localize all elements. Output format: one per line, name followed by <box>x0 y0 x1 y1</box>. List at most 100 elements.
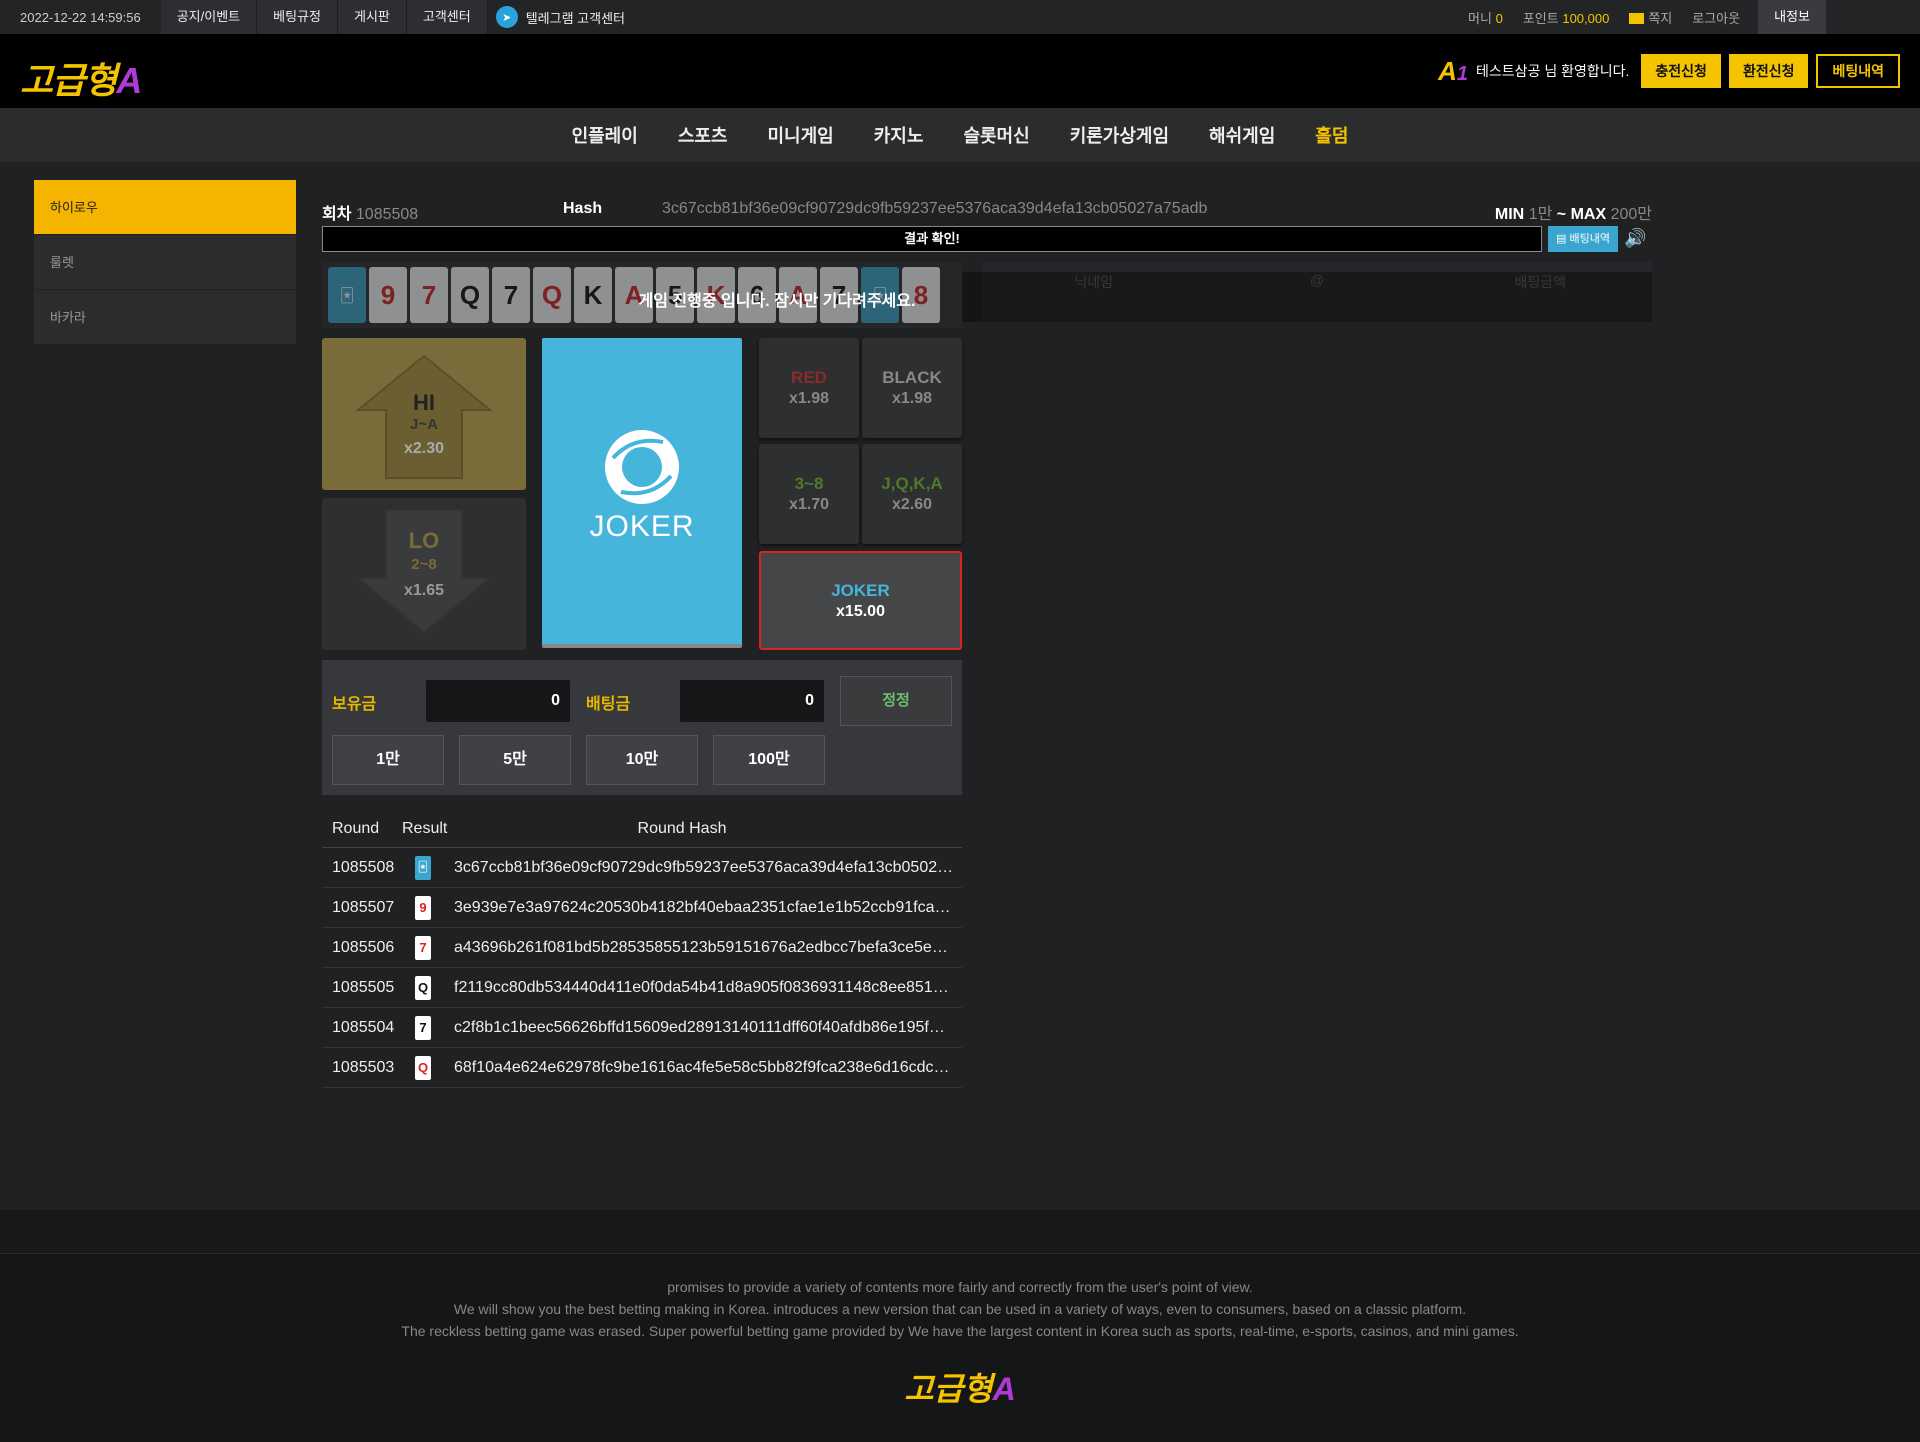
min-value: 1만 <box>1528 206 1553 223</box>
lo-title: LO <box>408 528 440 553</box>
main-nav: 인플레이 스포츠 미니게임 카지노 슬롯머신 키론가상게임 해쉬게임 홀덤 <box>0 108 1920 162</box>
round-history-table: Round Result Round Hash 1085508 🃏 3c67ccb8… <box>322 810 962 1088</box>
round-label: 회차 <box>322 206 352 223</box>
nav-hashgame[interactable]: 해쉬게임 <box>1189 122 1295 148</box>
footer-line-3: The reckless betting game was erased. Su… <box>401 1323 1519 1339</box>
sidebar-item-roulette[interactable]: 룰렛 <box>34 235 296 290</box>
history-hash: 3c67ccb81bf36e09cf90729dc9fb59237ee5376a… <box>454 858 954 876</box>
bet-amount-input[interactable]: 0 <box>680 680 824 722</box>
history-round: 1085504 <box>332 1018 395 1036</box>
history-round: 1085508 <box>332 858 395 876</box>
history-result: 7 <box>402 1015 444 1040</box>
lo-bet-button[interactable]: LO 2~8 x1.65 <box>322 498 526 650</box>
footer-logo-accent: A <box>992 1371 1016 1407</box>
result-check-bar: 결과 확인! <box>322 226 1542 252</box>
chip-10k-button[interactable]: 1만 <box>332 735 444 785</box>
chip-1m-button[interactable]: 100만 <box>713 735 825 785</box>
mail-link[interactable]: 쪽지 <box>1619 8 1682 27</box>
max-value: 200만 <box>1610 206 1652 223</box>
joker-bet-button[interactable]: JOKER x15.00 <box>759 551 962 650</box>
table-row: 1085506 7 a43696b261f081bd5b28535855123b59… <box>322 928 962 968</box>
withdraw-button[interactable]: 환전신청 <box>1728 54 1809 88</box>
deposit-button[interactable]: 충전신청 <box>1641 54 1721 88</box>
bet-history-button[interactable]: ▤ 배팅내역 <box>1548 226 1618 252</box>
table-row: 1085503 Q 68f10a4e624e62978fc9be1616ac4fe5… <box>322 1048 962 1088</box>
logo-accent: A <box>116 60 142 101</box>
history-hash: c2f8b1c1beec56626bffd15609ed28913140111d… <box>454 1018 945 1036</box>
myinfo-button[interactable]: 내정보 <box>1758 0 1826 34</box>
hash-label: Hash <box>563 200 603 217</box>
face-cards-bet-button[interactable]: J,Q,K,A x2.60 <box>862 444 962 544</box>
history-hash: 68f10a4e624e62978fc9be1616ac4fe5e58c5bb8… <box>454 1058 950 1076</box>
red-title: RED <box>791 368 827 387</box>
range-3-8-bet-button[interactable]: 3~8 x1.70 <box>759 444 859 544</box>
footer-logo: 고급형A <box>0 1364 1920 1410</box>
customer-center-link[interactable]: 고객센터 <box>406 0 488 34</box>
lo-range: 2~8 <box>411 556 437 573</box>
range-3-8-title: 3~8 <box>794 474 824 493</box>
joker-bet-multiplier: x15.00 <box>836 603 885 620</box>
range-3-8-multiplier: x1.70 <box>788 496 830 513</box>
money-display: 머니 0 <box>1458 8 1513 27</box>
board-link[interactable]: 게시판 <box>337 0 407 34</box>
chip-100k-button[interactable]: 10만 <box>586 735 698 785</box>
red-bet-button[interactable]: RED x1.98 <box>759 338 859 438</box>
down-arrow-icon <box>355 509 493 634</box>
hash-value: 3c67ccb81bf36e09cf90729dc9fb59237ee5376a… <box>662 200 1208 217</box>
logo-text: 고급형 <box>20 60 117 101</box>
hi-bet-button[interactable]: HI J~A x2.30 <box>322 338 526 490</box>
sidebar-item-baccarat[interactable]: 바카라 <box>34 290 296 345</box>
game-sidebar: 하이로우 룰렛 바카라 <box>34 180 296 345</box>
chip-50k-button[interactable]: 5만 <box>459 735 571 785</box>
history-result: 9 <box>402 895 444 920</box>
nav-holdem[interactable]: 홀덤 <box>1295 122 1368 148</box>
current-card: JOKER <box>542 338 742 648</box>
table-row: 1085507 9 3e939e7e3a97624c20530b4182bf40eb… <box>322 888 962 928</box>
point-label: 포인트 <box>1522 10 1559 26</box>
hi-range: J~A <box>410 416 438 433</box>
history-round: 1085507 <box>332 898 395 916</box>
hi-title: HI <box>413 390 435 415</box>
top-bar: 2022-12-22 14:59:56 공지/이벤트 베팅규정 게시판 고객센터… <box>0 0 1920 34</box>
reset-button[interactable]: 정정 <box>840 676 952 726</box>
notice-event-link[interactable]: 공지/이벤트 <box>160 0 258 34</box>
footer: promises to provide a variety of content… <box>0 1254 1920 1442</box>
history-result: 7 <box>402 935 444 960</box>
joker-bet-title: JOKER <box>831 581 890 600</box>
nav-inplay[interactable]: 인플레이 <box>552 122 658 148</box>
range-tilde: ~ <box>1556 206 1567 223</box>
nav-slot[interactable]: 슬롯머신 <box>943 122 1049 148</box>
nav-sports[interactable]: 스포츠 <box>658 122 748 148</box>
min-label: MIN <box>1494 206 1525 223</box>
max-label: MAX <box>1570 206 1607 223</box>
history-round: 1085503 <box>332 1058 395 1076</box>
result-card-icon: Q <box>415 975 431 1000</box>
bet-history-label: 배팅내역 <box>1569 233 1610 245</box>
sidebar-item-hilow[interactable]: 하이로우 <box>34 180 296 235</box>
table-row: 1085504 7 c2f8b1c1beec56626bffd15609ed2891… <box>322 1008 962 1048</box>
betting-rules-link[interactable]: 베팅규정 <box>257 0 338 34</box>
joker-logo-icon <box>605 430 679 504</box>
nav-kiron[interactable]: 키론가상게임 <box>1050 122 1189 148</box>
level-badge-1: 1 <box>1456 62 1469 85</box>
mail-label: 쪽지 <box>1648 10 1673 26</box>
telegram-link[interactable]: ➤ 텔레그램 고객센터 <box>488 6 625 28</box>
logout-link[interactable]: 로그아웃 <box>1682 8 1750 27</box>
point-value: 100,000 <box>1562 10 1610 26</box>
site-logo[interactable]: 고급형A <box>20 52 142 104</box>
history-hash: 3e939e7e3a97624c20530b4182bf40ebaa2351cf… <box>454 898 951 916</box>
speaker-icon[interactable]: 🔊 <box>1624 228 1646 249</box>
balance-label: 보유금 <box>332 696 377 713</box>
black-bet-button[interactable]: BLACK x1.98 <box>862 338 962 438</box>
history-round: 1085506 <box>332 938 395 956</box>
nav-casino[interactable]: 카지노 <box>854 122 944 148</box>
nav-minigame[interactable]: 미니게임 <box>748 122 854 148</box>
black-title: BLACK <box>882 368 942 387</box>
table-row: 1085508 🃏 3c67ccb81bf36e09cf90729dc9fb5923… <box>322 848 962 888</box>
result-card-icon: 9 <box>415 895 431 920</box>
black-multiplier: x1.98 <box>891 390 933 407</box>
betting-history-button[interactable]: 베팅내역 <box>1816 54 1900 88</box>
round-info: 회차 1085508 Hash 3c67ccb81bf36e09cf90729d… <box>322 200 1652 223</box>
col-round-hash: Round Hash <box>637 819 727 837</box>
footer-bar <box>0 1210 1920 1254</box>
